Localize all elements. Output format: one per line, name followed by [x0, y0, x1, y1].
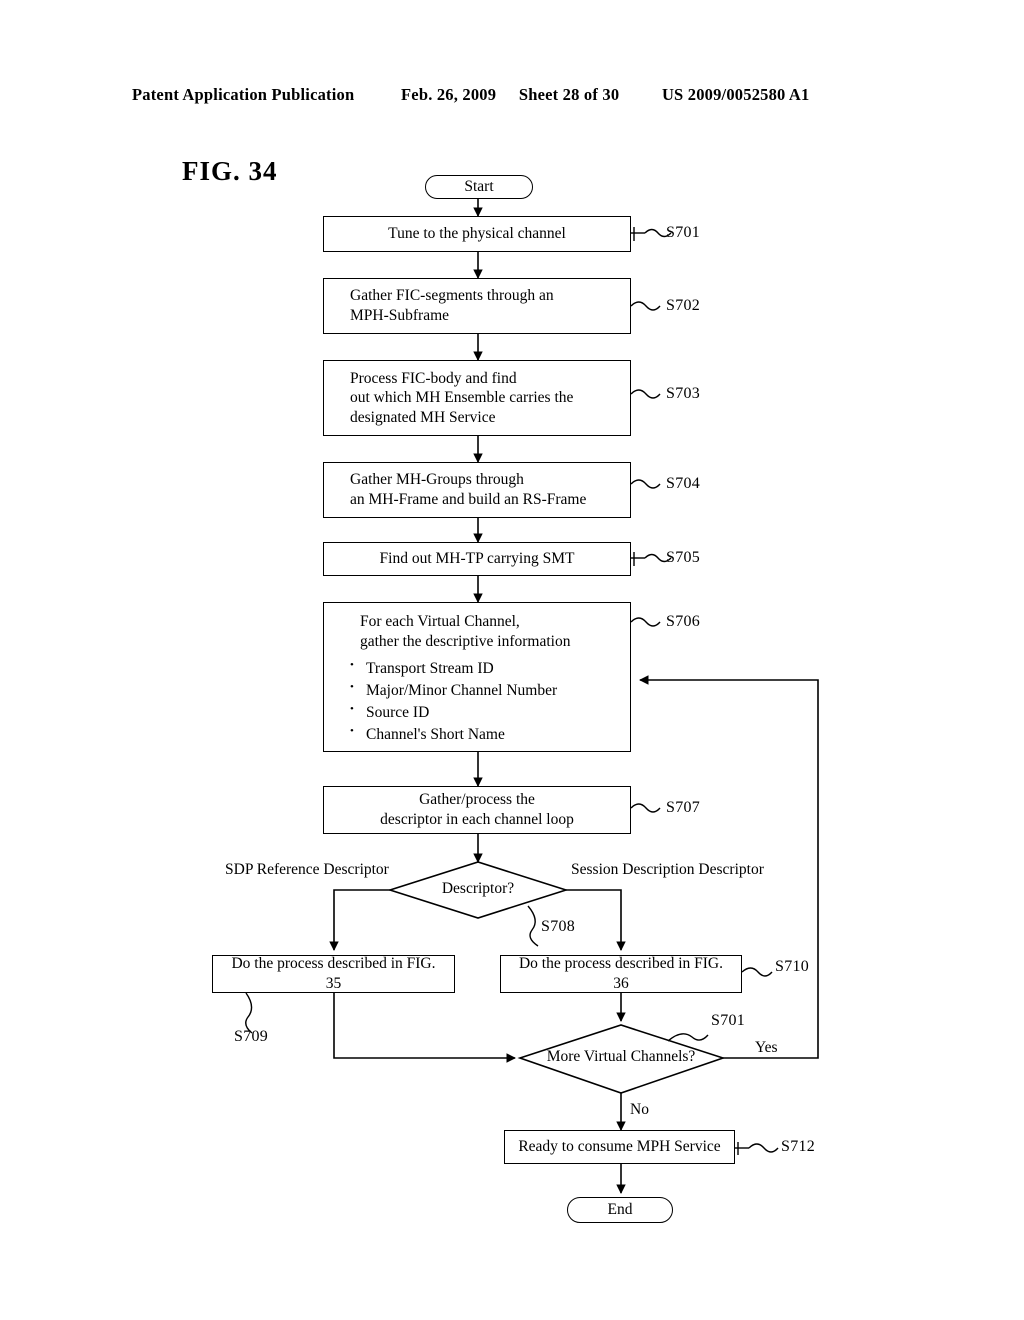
flow-node-s712[interactable]: Ready to consume MPH Service — [504, 1130, 735, 1164]
flow-node-end-label: End — [607, 1201, 633, 1219]
step-ref-s706: S706 — [666, 613, 701, 630]
step-ref-s710: S710 — [775, 958, 810, 975]
step-ref-s709: S709 — [234, 1028, 269, 1045]
flow-node-s709-label: Do the process described in FIG. 35 — [231, 955, 436, 992]
flow-node-s706-bullet-list: Transport Stream ID Major/Minor Channel … — [324, 659, 630, 748]
step-ref-s707: S707 — [666, 799, 701, 816]
flow-node-s709[interactable]: Do the process described in FIG. 35 — [212, 955, 455, 993]
flow-node-s702-line1: Gather FIC-segments through an — [350, 287, 554, 305]
flow-node-s705[interactable]: Find out MH-TP carrying SMT — [323, 542, 631, 576]
flow-node-s705-label: Find out MH-TP carrying SMT — [379, 550, 575, 568]
flow-node-s703-line3: designated MH Service — [350, 408, 496, 426]
list-item: Source ID — [350, 703, 630, 723]
step-ref-s702: S702 — [666, 297, 701, 314]
flow-node-s702[interactable]: Gather FIC-segments through an MPH-Subfr… — [323, 278, 631, 334]
flow-node-s704[interactable]: Gather MH-Groups through an MH-Frame and… — [323, 462, 631, 518]
flow-node-s706-line1: For each Virtual Channel, — [360, 613, 520, 630]
step-ref-s701: S701 — [666, 224, 701, 241]
flow-node-s710[interactable]: Do the process described in FIG. 36 — [500, 955, 742, 993]
flow-node-s701-label: Tune to the physical channel — [388, 225, 566, 243]
step-ref-s705: S705 — [666, 549, 701, 566]
flow-node-s704-line2: an MH-Frame and build an RS-Frame — [350, 491, 587, 508]
list-item: Transport Stream ID — [350, 659, 630, 679]
step-ref-s712: S712 — [781, 1138, 816, 1155]
flow-node-s707-line2: descriptor in each channel loop — [380, 811, 574, 828]
step-ref-s708: S708 — [541, 918, 576, 935]
flow-node-s707-line1: Gather/process the — [419, 791, 535, 809]
flow-node-start-label: Start — [464, 178, 494, 196]
step-ref-s704: S704 — [666, 475, 701, 492]
branch-label-session-description-descriptor: Session Description Descriptor — [571, 861, 764, 878]
flow-node-s710-label: Do the process described in FIG. 36 — [518, 955, 724, 992]
flow-node-s704-line1: Gather MH-Groups through — [350, 471, 524, 489]
branch-label-no: No — [630, 1101, 649, 1118]
flow-node-s703-line1: Process FIC-body and find — [350, 369, 517, 387]
flow-node-s701[interactable]: Tune to the physical channel — [323, 216, 631, 252]
branch-label-sdp-reference-descriptor: SDP Reference Descriptor — [225, 861, 389, 878]
flow-node-s708-label[interactable]: Descriptor? — [428, 880, 528, 898]
flow-node-s707[interactable]: Gather/process the descriptor in each ch… — [323, 786, 631, 834]
flow-node-s706[interactable]: For each Virtual Channel, gather the des… — [323, 602, 631, 752]
flow-node-s703-line2: out which MH Ensemble carries the — [350, 389, 574, 407]
list-item: Major/Minor Channel Number — [350, 681, 630, 701]
flow-node-end[interactable]: End — [567, 1197, 673, 1223]
flow-node-s706-line2: gather the descriptive information — [360, 632, 571, 650]
flow-node-start[interactable]: Start — [425, 175, 533, 199]
step-ref-s711: S701 — [711, 1012, 746, 1029]
step-ref-s703: S703 — [666, 385, 701, 402]
list-item: Channel's Short Name — [350, 725, 630, 745]
flow-node-s712-label: Ready to consume MPH Service — [518, 1138, 721, 1156]
flow-node-s702-line2: MPH-Subframe — [350, 307, 450, 324]
flow-node-s711-label[interactable]: More Virtual Channels? — [536, 1048, 706, 1066]
branch-label-yes: Yes — [755, 1039, 778, 1056]
flow-node-s703[interactable]: Process FIC-body and find out which MH E… — [323, 360, 631, 436]
